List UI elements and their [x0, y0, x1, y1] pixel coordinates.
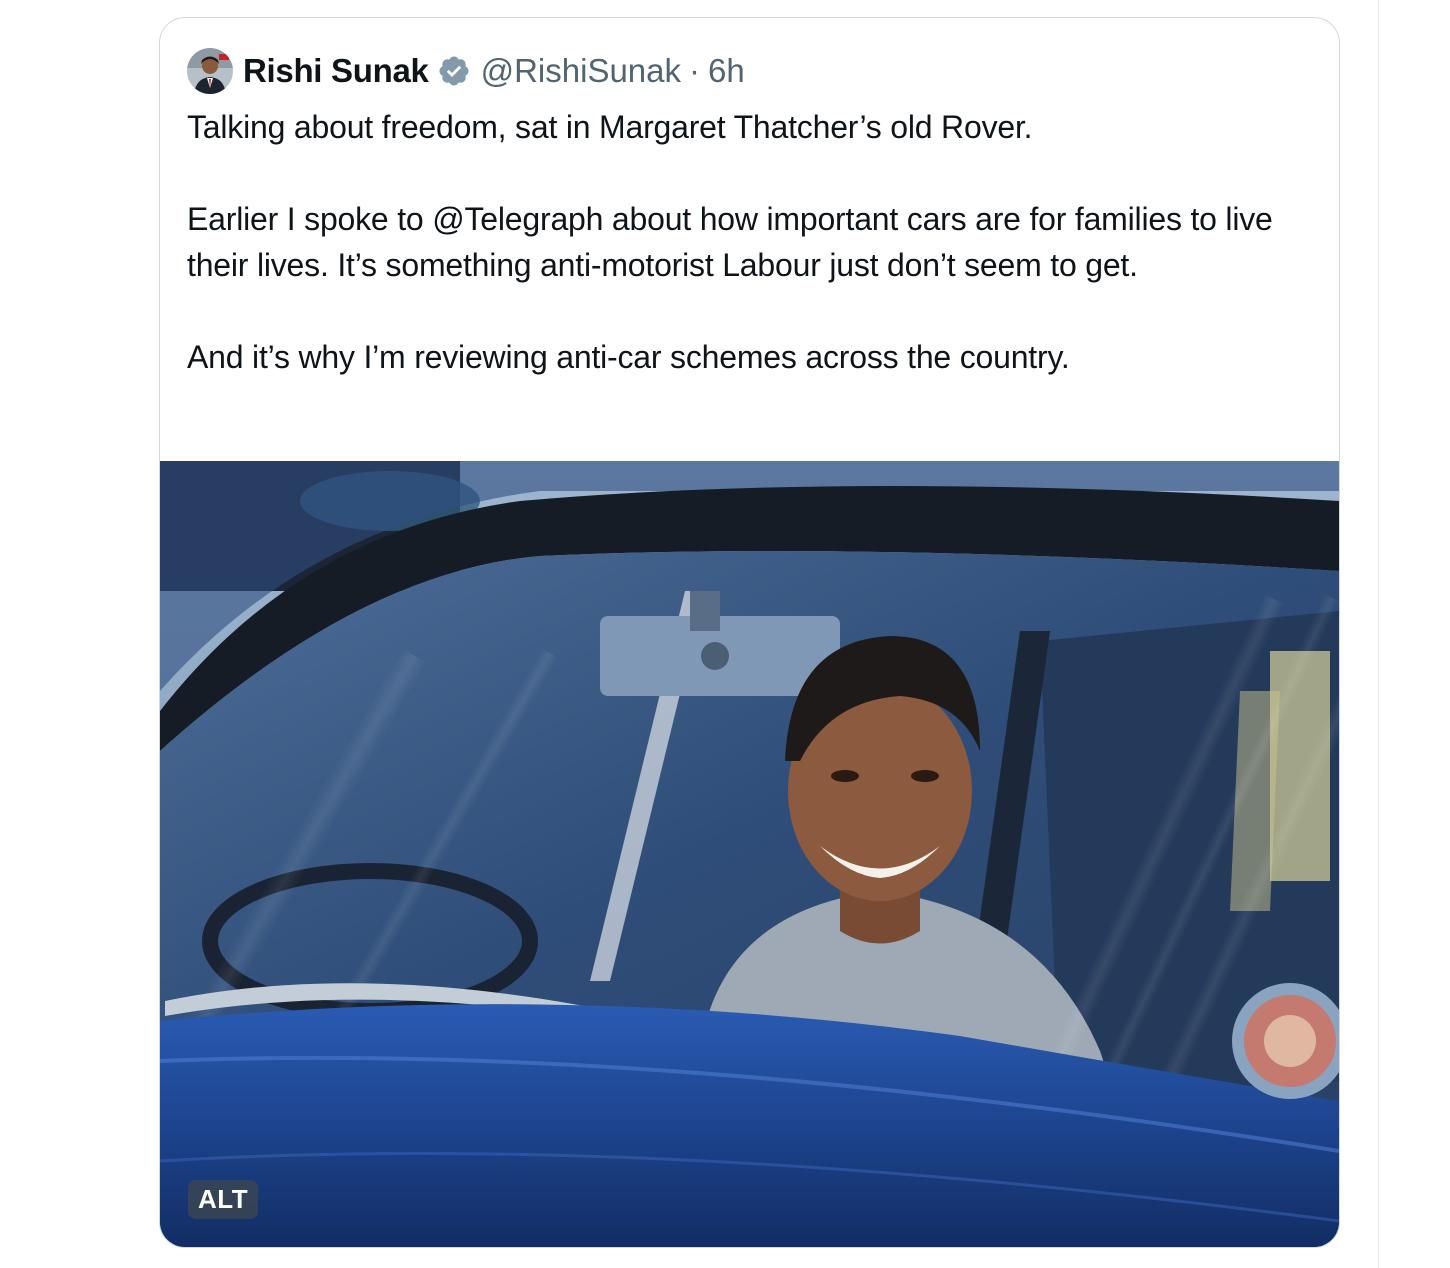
- tweet-paragraph: And it’s why I’m reviewing anti-car sche…: [187, 339, 1070, 375]
- car-photo-illustration: [160, 461, 1339, 1247]
- separator-dot: ·: [689, 52, 701, 89]
- tweet-text: Talking about freedom, sat in Margaret T…: [187, 104, 1317, 380]
- author-handle[interactable]: @RishiSunak: [481, 52, 681, 90]
- quoted-tweet-card[interactable]: Rishi Sunak @RishiSunak · 6h Talking abo…: [159, 17, 1340, 1248]
- tweet-paragraph: Talking about freedom, sat in Margaret T…: [187, 109, 1033, 145]
- avatar-image: [187, 48, 233, 94]
- page: Rishi Sunak @RishiSunak · 6h Talking abo…: [0, 0, 1450, 1268]
- tweet-paragraph: Earlier I spoke to @Telegraph about how …: [187, 201, 1273, 283]
- tweet-header: Rishi Sunak @RishiSunak · 6h: [187, 48, 745, 94]
- author-display-name[interactable]: Rishi Sunak: [243, 52, 429, 90]
- avatar[interactable]: [187, 48, 233, 94]
- verified-badge-icon: [437, 54, 471, 88]
- tweet-photo[interactable]: ALT: [160, 461, 1339, 1247]
- timeline-divider: [1378, 0, 1379, 1268]
- tweet-timestamp[interactable]: 6h: [708, 52, 745, 90]
- alt-text-button[interactable]: ALT: [188, 1180, 259, 1219]
